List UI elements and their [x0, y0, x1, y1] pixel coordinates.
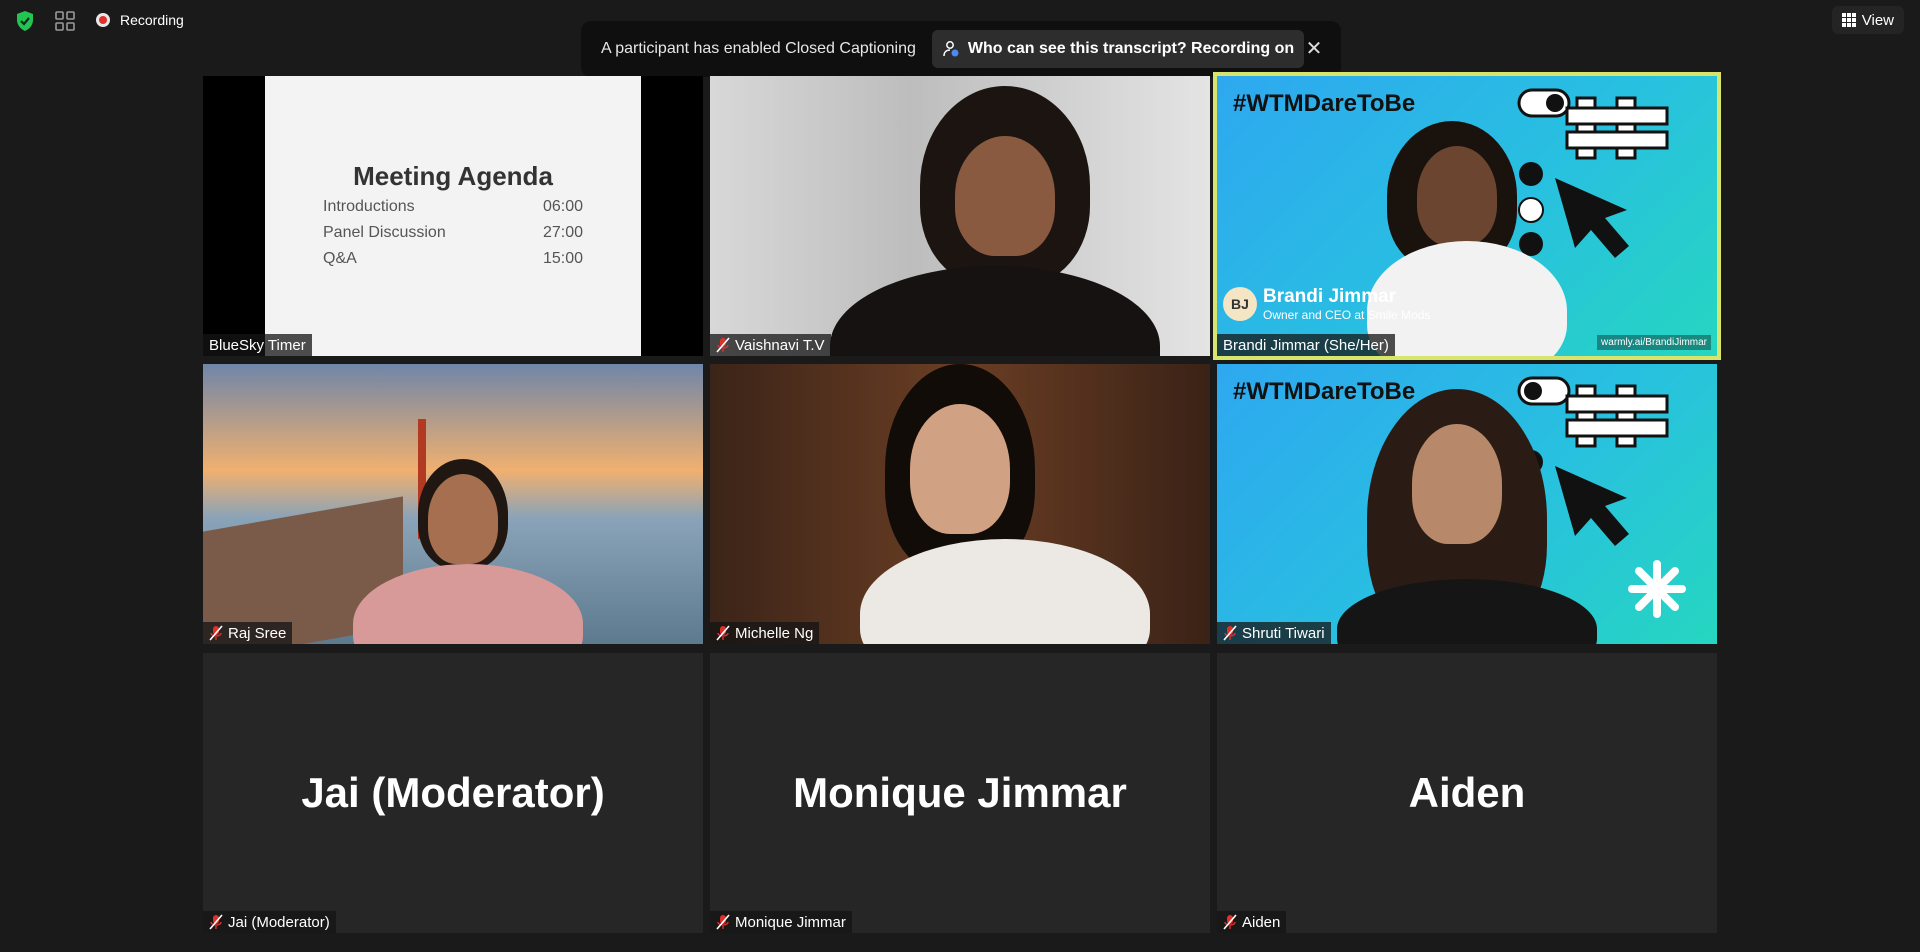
mic-off-icon — [209, 625, 223, 641]
video-tile-jai[interactable]: Jai (Moderator) Jai (Moderator) — [203, 653, 703, 933]
agenda-item-label: Panel Discussion — [323, 224, 446, 241]
wtm-graphic-icon — [1517, 88, 1669, 258]
agenda-item-time: 27:00 — [542, 224, 583, 241]
mic-off-icon — [209, 914, 223, 930]
participant-face — [428, 474, 498, 564]
participant-name-tag: Michelle Ng — [710, 622, 820, 644]
participant-name: Monique Jimmar — [735, 913, 846, 931]
participant-name-tag: Raj Sree — [203, 622, 293, 644]
caption-notification-banner: A participant has enabled Closed Caption… — [581, 21, 1341, 77]
video-tile-raj-sree[interactable]: Raj Sree — [203, 364, 703, 644]
participant-name-tag: Vaishnavi T.V — [710, 334, 831, 356]
view-label: View — [1861, 11, 1894, 29]
participant-name: Jai (Moderator) — [228, 913, 330, 931]
participant-name-tag: Brandi Jimmar (She/Her) — [1217, 334, 1395, 356]
video-tile-aiden[interactable]: Aiden Aiden — [1217, 653, 1717, 933]
participant-name: Shruti Tiwari — [1242, 624, 1325, 642]
recording-icon — [96, 13, 110, 27]
mic-off-icon — [1223, 625, 1237, 641]
lower-third-initials: BJ — [1223, 287, 1257, 321]
agenda-item-label: Q&A — [323, 250, 357, 267]
participant-display-name: Monique Jimmar — [793, 769, 1127, 816]
agenda-title: Meeting Agenda — [353, 161, 553, 191]
transcript-visibility-button[interactable]: Who can see this transcript? Recording o… — [931, 30, 1305, 68]
video-tile-monique-jimmar[interactable]: Monique Jimmar Monique Jimmar — [710, 653, 1210, 933]
participant-face — [1412, 424, 1502, 544]
warmly-link: warmly.ai/BrandiJimmar — [1597, 335, 1711, 350]
participant-name: Michelle Ng — [735, 624, 814, 642]
participant-name-tag: Jai (Moderator) — [203, 911, 336, 933]
agenda-item-time: 15:00 — [542, 250, 583, 267]
participant-name-tag: Shruti Tiwari — [1217, 622, 1331, 644]
wtm-hashtag: #WTMDareToBe — [1233, 90, 1416, 117]
agenda-item: Panel Discussion 27:00 — [323, 224, 583, 242]
banner-pill-text: Who can see this transcript? Recording o… — [967, 40, 1295, 57]
participant-display-name: Jai (Moderator) — [301, 769, 605, 816]
participant-name-tag: Monique Jimmar — [710, 911, 852, 933]
mic-off-icon — [716, 337, 730, 353]
view-button[interactable]: View — [1831, 6, 1904, 34]
mic-off-icon — [716, 914, 730, 930]
lower-third-title: Owner and CEO at Smile Mods — [1263, 308, 1431, 322]
shield-check-icon[interactable] — [14, 10, 36, 32]
video-tile-shruti-tiwari[interactable]: #WTMDareToBe Shruti Tiwari — [1217, 364, 1717, 644]
agenda-item-time: 06:00 — [542, 198, 583, 215]
participant-name-tag: Aiden — [1217, 911, 1287, 933]
video-tile-bluesky-timer[interactable]: Meeting Agenda Introductions 06:00 Panel… — [203, 76, 703, 356]
banner-message: A participant has enabled Closed Caption… — [601, 40, 916, 57]
grid-icon[interactable] — [54, 10, 76, 32]
view-grid-icon — [1841, 13, 1856, 27]
agenda-item-label: Introductions — [323, 198, 415, 215]
participant-name: BlueSky Timer — [209, 336, 306, 354]
lower-third-name: Brandi Jimmar — [1263, 286, 1397, 307]
close-icon[interactable]: ✕ — [1303, 37, 1325, 60]
mic-off-icon — [716, 625, 730, 641]
participant-face — [955, 136, 1055, 256]
participant-name-tag: BlueSky Timer — [203, 334, 312, 356]
participant-name: Vaishnavi T.V — [735, 336, 825, 354]
agenda-item: Q&A 15:00 — [323, 250, 583, 268]
participant-name: Aiden — [1242, 913, 1281, 931]
agenda-item: Introductions 06:00 — [323, 198, 583, 216]
recording-indicator[interactable]: Recording — [96, 9, 184, 31]
participant-face — [910, 404, 1010, 534]
recording-label: Recording — [120, 12, 184, 28]
participant-face — [1417, 146, 1497, 246]
mic-off-icon — [1223, 914, 1237, 930]
agenda-slide: Meeting Agenda Introductions 06:00 Panel… — [265, 76, 641, 356]
person-caption-icon — [943, 41, 959, 57]
participant-name: Brandi Jimmar (She/Her) — [1223, 336, 1389, 354]
video-tile-vaishnavi[interactable]: Vaishnavi T.V — [710, 76, 1210, 356]
participant-display-name: Aiden — [1408, 769, 1526, 816]
wtm-graphic-icon — [1517, 376, 1686, 618]
participant-name: Raj Sree — [228, 624, 287, 642]
wtm-hashtag: #WTMDareToBe — [1233, 378, 1416, 405]
video-tile-michelle-ng[interactable]: Michelle Ng — [710, 364, 1210, 644]
lower-third-banner: BJ Brandi Jimmar Owner and CEO at Smile … — [1223, 286, 1430, 322]
video-tile-brandi-active-speaker[interactable]: #WTMDareToBe BJ Brandi Jimmar Owner and … — [1213, 72, 1721, 360]
